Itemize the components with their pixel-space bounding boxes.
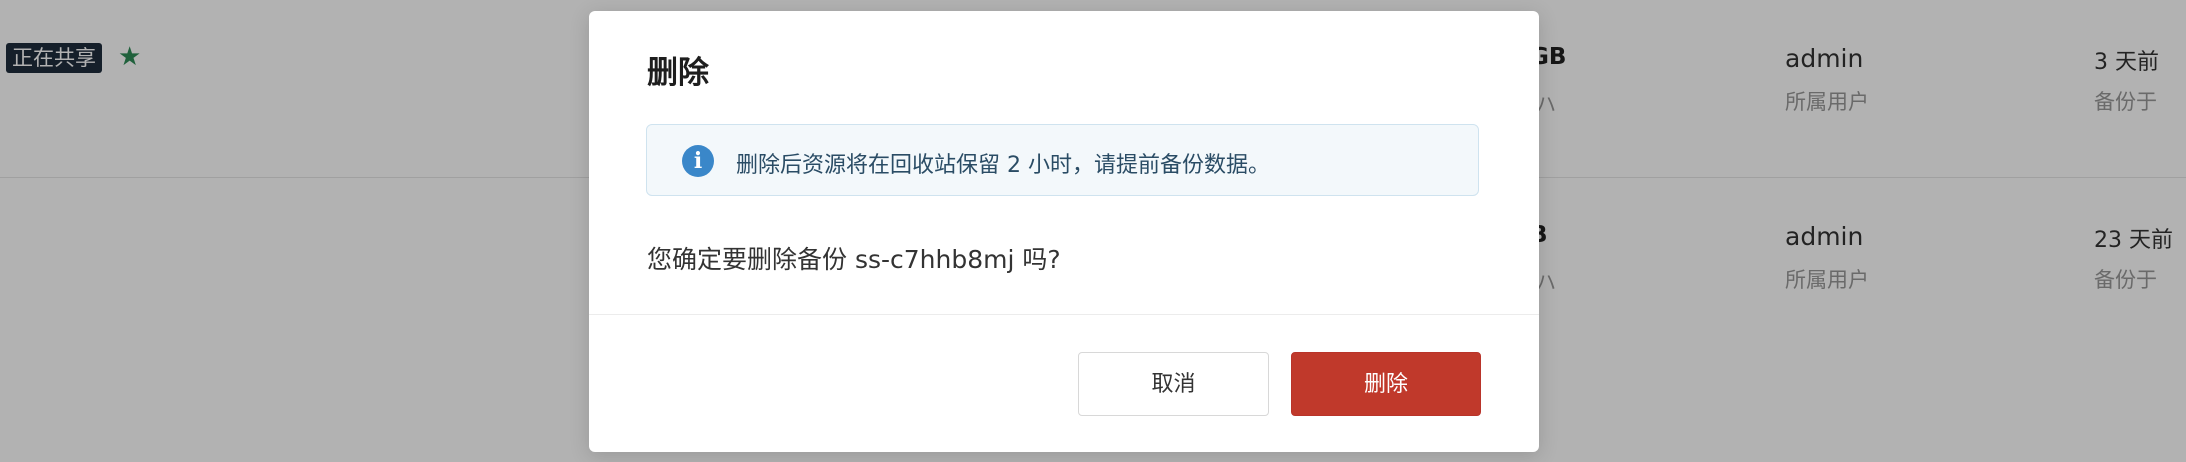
info-alert: i 删除后资源将在回收站保留 2 小时，请提前备份数据。 [646, 124, 1479, 196]
info-icon: i [682, 145, 714, 177]
delete-dialog: 删除 i 删除后资源将在回收站保留 2 小时，请提前备份数据。 您确定要删除备份… [589, 11, 1539, 452]
confirm-message: 您确定要删除备份 ss-c7hhb8mj 吗? [647, 245, 1061, 274]
dialog-divider [589, 314, 1539, 315]
info-text: 删除后资源将在回收站保留 2 小时，请提前备份数据。 [736, 153, 1270, 178]
delete-button[interactable]: 删除 [1291, 352, 1481, 416]
cancel-button[interactable]: 取消 [1078, 352, 1269, 416]
dialog-title: 删除 [647, 55, 709, 91]
